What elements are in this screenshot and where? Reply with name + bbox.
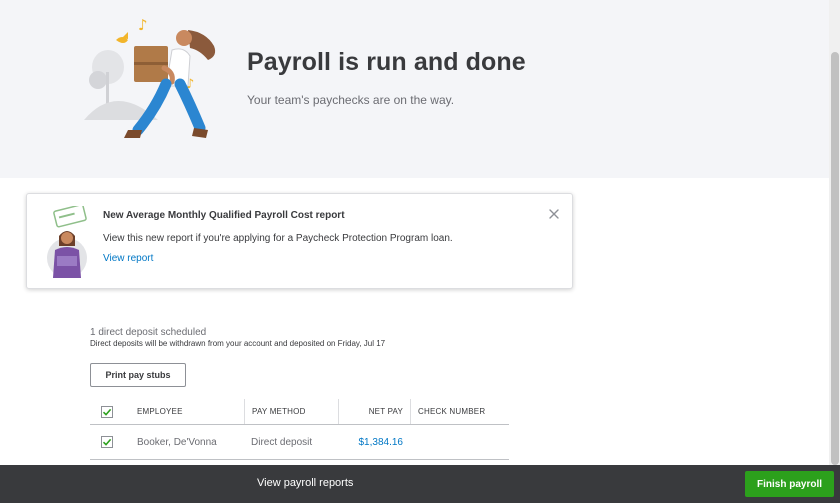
report-notice-card: New Average Monthly Qualified Payroll Co… (26, 193, 573, 289)
report-person-illustration (47, 206, 87, 278)
table-header-row: EMPLOYEE PAY METHOD NET PAY CHECK NUMBER (90, 399, 509, 425)
close-icon[interactable] (547, 207, 561, 221)
footer-bar: View payroll reports Finish payroll (0, 465, 840, 503)
header-pay-method[interactable]: PAY METHOD (244, 399, 338, 424)
check-number (410, 425, 509, 459)
svg-text:♪: ♪ (138, 16, 148, 34)
finish-payroll-button[interactable]: Finish payroll (745, 471, 834, 497)
header-net-pay[interactable]: NET PAY (338, 399, 410, 424)
page-subtitle: Your team's paychecks are on the way. (247, 93, 455, 107)
table-row: Booker, De'Vonna Direct deposit $1,384.1… (90, 425, 509, 460)
page-title: Payroll is run and done (247, 48, 526, 76)
checkmark-icon (102, 438, 112, 446)
net-pay-link[interactable]: $1,384.16 (338, 425, 410, 459)
scrollbar-thumb[interactable] (831, 52, 839, 465)
view-report-link[interactable]: View report (103, 253, 153, 264)
notice-body: View this new report if you're applying … (103, 233, 453, 244)
row-select-checkbox[interactable] (101, 436, 113, 448)
paycheck-table: EMPLOYEE PAY METHOD NET PAY CHECK NUMBER… (90, 399, 509, 460)
header-check-number[interactable]: CHECK NUMBER (410, 399, 509, 424)
pay-method: Direct deposit (251, 436, 313, 448)
select-all-cell (90, 399, 124, 424)
delivery-person-illustration: ♪ ♪ (84, 16, 216, 138)
row-select-cell (90, 425, 124, 459)
print-pay-stubs-button[interactable]: Print pay stubs (90, 363, 186, 387)
notice-title: New Average Monthly Qualified Payroll Co… (103, 210, 345, 221)
checkmark-icon (102, 408, 112, 416)
deposit-count-text: 1 direct deposit scheduled (90, 327, 207, 338)
header-employee[interactable]: EMPLOYEE (130, 399, 244, 424)
employee-name: Booker, De'Vonna (137, 436, 217, 448)
view-payroll-reports-link[interactable]: View payroll reports (257, 477, 353, 489)
success-hero: ♪ ♪ Payroll is run and done Your team's … (0, 0, 829, 178)
deposit-note-text: Direct deposits will be withdrawn from y… (90, 339, 386, 348)
select-all-checkbox[interactable] (101, 405, 113, 418)
